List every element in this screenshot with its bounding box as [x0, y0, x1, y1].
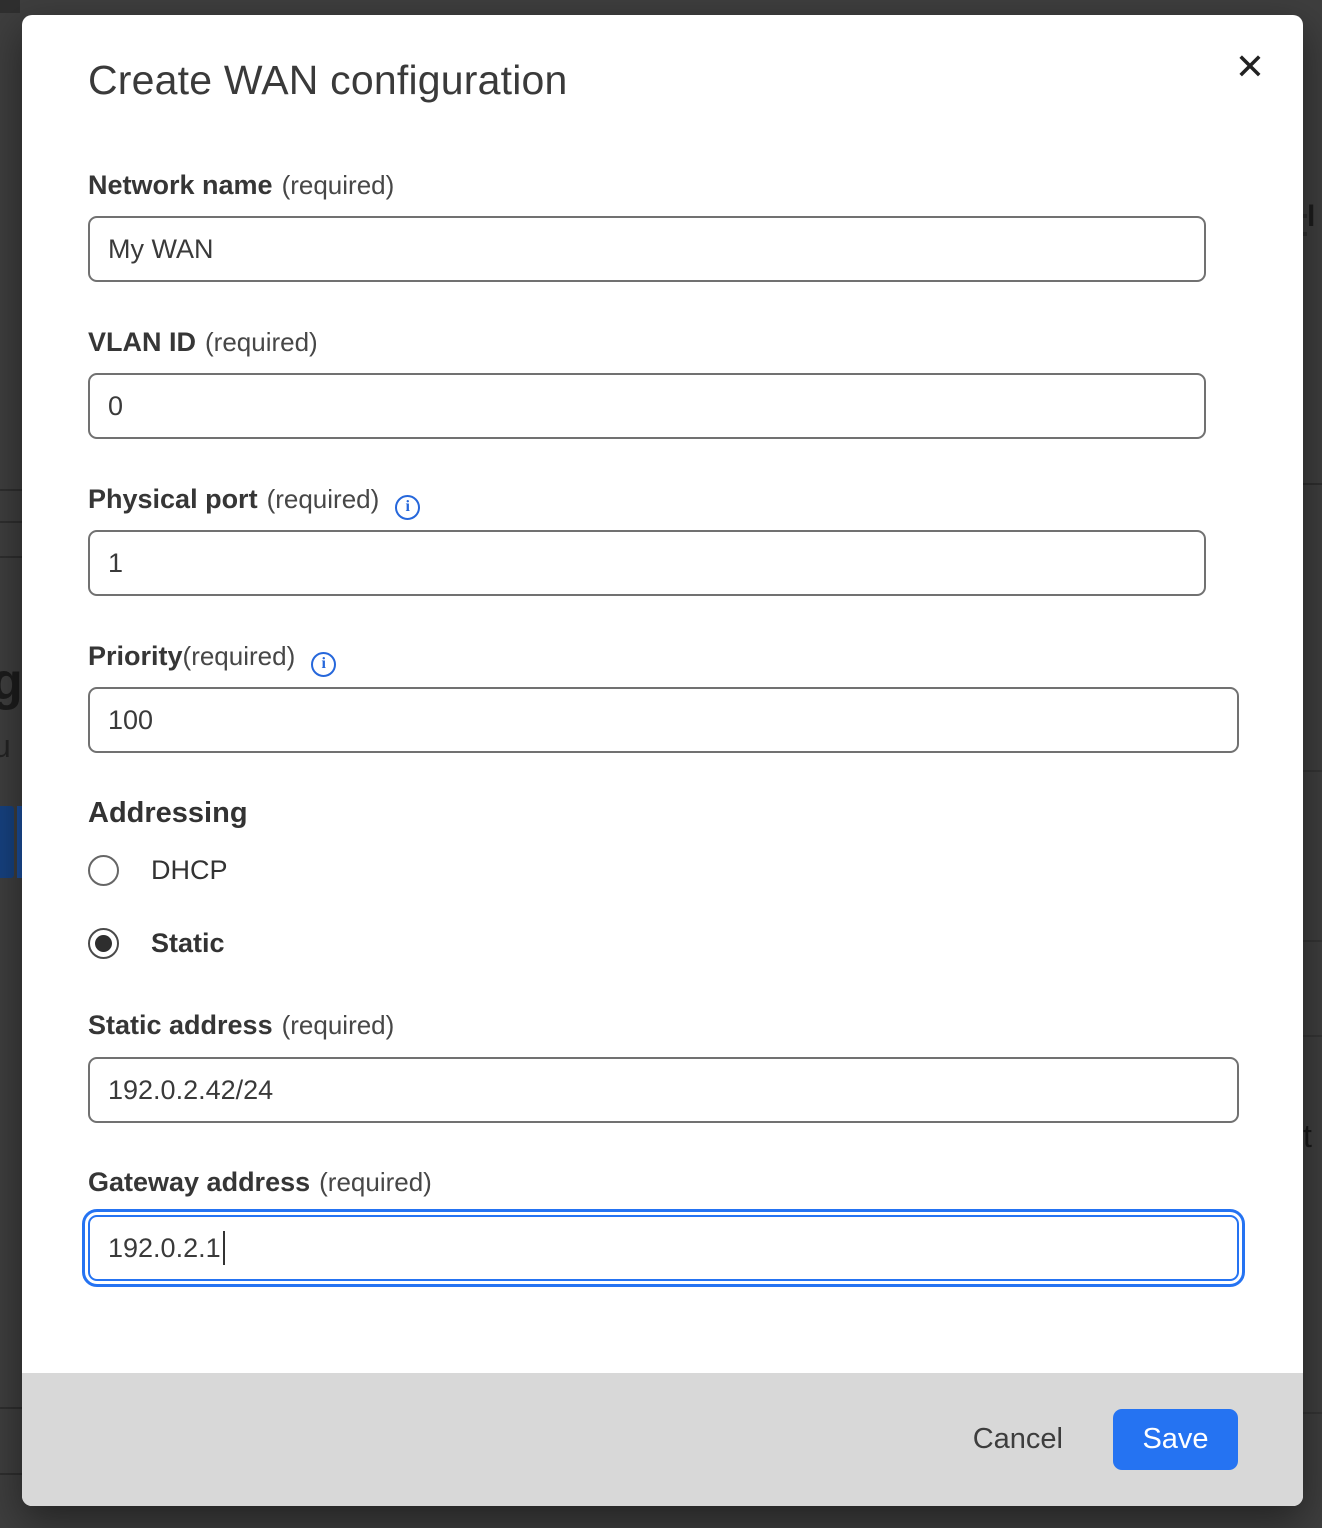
- dialog-title: Create WAN configuration: [88, 57, 568, 104]
- radio-checked-icon: [88, 928, 119, 959]
- network-name-label-text: Network name: [88, 170, 273, 200]
- background-table-line: [1303, 940, 1322, 942]
- network-name-input[interactable]: [88, 216, 1206, 282]
- background-table-line: [0, 556, 22, 558]
- background-text-fragment: l: [1307, 200, 1315, 234]
- text-cursor: [223, 1231, 225, 1265]
- radio-dot: [95, 935, 112, 952]
- priority-input[interactable]: [88, 687, 1239, 753]
- create-wan-dialog: Create WAN configuration ✕ Network name (…: [22, 15, 1303, 1506]
- radio-unchecked-icon: [88, 855, 119, 886]
- gateway-address-label: Gateway address (required): [88, 1167, 432, 1198]
- addressing-option-dhcp[interactable]: DHCP: [88, 855, 228, 886]
- physical-port-info-icon[interactable]: i: [395, 495, 420, 520]
- priority-label: Priority(required) i: [88, 641, 336, 677]
- background-obscured-button: [0, 806, 14, 878]
- background-corner-block: [0, 0, 20, 13]
- background-dot: [1303, 232, 1307, 236]
- gateway-address-input[interactable]: 192.0.2.1: [88, 1215, 1239, 1281]
- info-icon-glyph: i: [406, 498, 410, 516]
- static-address-input[interactable]: [88, 1057, 1239, 1123]
- vlan-id-label: VLAN ID (required): [88, 327, 318, 358]
- priority-required: (required): [183, 641, 296, 671]
- physical-port-label-text: Physical port: [88, 484, 258, 514]
- network-name-label: Network name (required): [88, 170, 394, 201]
- info-icon-glyph: i: [322, 655, 326, 673]
- network-name-required: (required): [282, 170, 395, 200]
- background-dot: [1303, 214, 1307, 218]
- physical-port-label: Physical port (required) i: [88, 484, 420, 520]
- static-address-required: (required): [282, 1010, 395, 1040]
- background-table-line: [1303, 1412, 1322, 1414]
- background-table-line: [0, 1473, 22, 1475]
- gateway-address-required: (required): [319, 1167, 432, 1197]
- background-table-line: [0, 521, 22, 523]
- static-address-label: Static address (required): [88, 1010, 394, 1041]
- background-table-line: [0, 1407, 22, 1409]
- physical-port-input[interactable]: [88, 530, 1206, 596]
- addressing-heading: Addressing: [88, 797, 248, 830]
- dhcp-radio-label: DHCP: [151, 855, 228, 886]
- addressing-option-static[interactable]: Static: [88, 928, 225, 959]
- physical-port-required: (required): [267, 484, 380, 514]
- gateway-address-value: 192.0.2.1: [108, 1233, 221, 1264]
- background-table-line: [1303, 483, 1322, 485]
- static-radio-label: Static: [151, 928, 225, 959]
- vlan-id-label-text: VLAN ID: [88, 327, 196, 357]
- background-text-fragment: t: [1303, 1118, 1312, 1155]
- close-icon: ✕: [1235, 47, 1265, 88]
- background-table-line: [1303, 1035, 1322, 1037]
- priority-info-icon[interactable]: i: [311, 652, 336, 677]
- close-button[interactable]: ✕: [1227, 45, 1273, 91]
- static-address-label-text: Static address: [88, 1010, 273, 1040]
- gateway-address-label-text: Gateway address: [88, 1167, 310, 1197]
- cancel-button[interactable]: Cancel: [973, 1423, 1063, 1456]
- background-table-line: [0, 489, 22, 491]
- save-button[interactable]: Save: [1113, 1409, 1238, 1470]
- background-text-fragment: g: [0, 652, 23, 712]
- priority-label-text: Priority: [88, 641, 183, 671]
- dialog-footer: Cancel Save: [22, 1373, 1303, 1506]
- background-table-line: [1303, 770, 1322, 772]
- vlan-id-input[interactable]: [88, 373, 1206, 439]
- vlan-id-required: (required): [205, 327, 318, 357]
- background-text-fragment: u: [0, 728, 11, 765]
